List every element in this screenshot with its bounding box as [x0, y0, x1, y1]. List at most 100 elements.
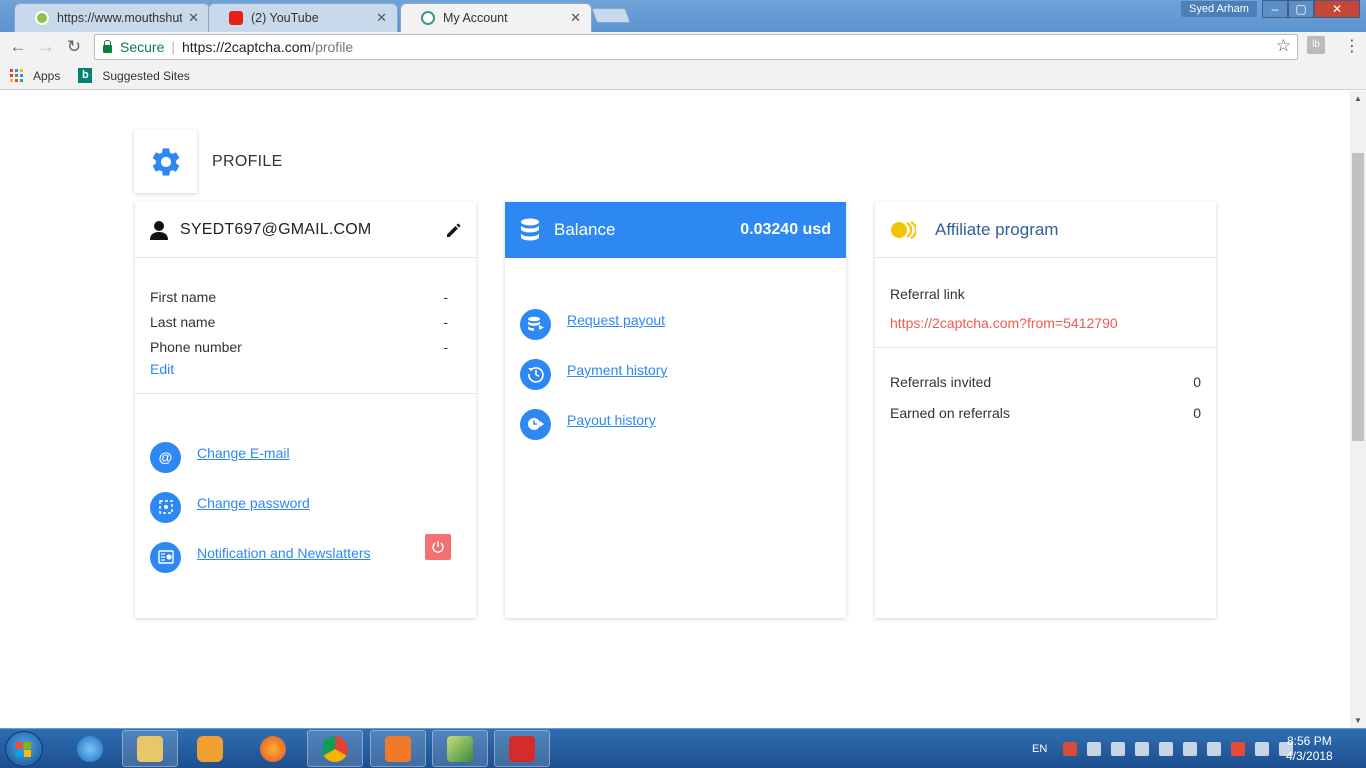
field-label: Phone number — [150, 339, 242, 355]
bookmarks-bar: Apps b Suggested Sites — [0, 62, 1366, 90]
chrome-taskbar-icon[interactable] — [307, 730, 363, 767]
close-window-button[interactable]: ✕ — [1314, 0, 1360, 18]
tray-app-icon[interactable] — [1183, 742, 1198, 756]
windows-taskbar: EN 8:56 PM 4/3/2018 — [0, 728, 1366, 768]
internet-explorer-taskbar-icon[interactable] — [62, 730, 118, 767]
scroll-down-arrow-icon[interactable]: ▼ — [1354, 716, 1362, 725]
close-icon[interactable]: ✕ — [188, 10, 199, 26]
url-path: /profile — [311, 39, 354, 55]
bookmark-star-icon[interactable]: ☆ — [1276, 36, 1291, 56]
address-bar[interactable]: Secure | https://2captcha.com/profile ☆ — [94, 34, 1298, 60]
language-indicator[interactable]: EN — [1032, 743, 1047, 755]
forward-arrow-icon[interactable]: → — [35, 36, 57, 58]
page-title: PROFILE — [212, 152, 283, 170]
profile-user-badge[interactable]: Syed Arham — [1181, 1, 1257, 17]
affiliate-title: Affiliate program — [935, 219, 1059, 239]
field-value: - — [443, 314, 448, 330]
payout-history-link[interactable]: Payout history — [567, 412, 656, 428]
bookmark-apps[interactable]: Apps — [33, 69, 60, 83]
new-tab-button[interactable] — [591, 8, 631, 23]
bing-icon: b — [78, 68, 93, 83]
clock-time: 8:56 PM — [1287, 734, 1332, 748]
referral-link[interactable]: https://2captcha.com?from=5412790 — [890, 315, 1201, 331]
tab-youtube[interactable]: (2) YouTube ✕ — [208, 3, 398, 32]
lock-icon — [103, 39, 112, 53]
change-password-item[interactable]: Change password — [150, 482, 461, 532]
balance-amount: 0.03240 usd — [740, 221, 831, 238]
address-separator: | — [171, 39, 175, 55]
info-row-last-name: Last name - — [150, 312, 461, 337]
scroll-up-arrow-icon[interactable]: ▲ — [1354, 94, 1362, 103]
youtube-favicon-icon — [229, 11, 243, 25]
tab-my-account[interactable]: My Account ✕ — [400, 3, 592, 32]
start-button[interactable] — [5, 731, 43, 767]
close-icon[interactable]: ✕ — [570, 10, 581, 26]
minimize-button[interactable]: – — [1262, 0, 1288, 18]
referral-label: Referral link — [890, 286, 965, 302]
pdf-tray-icon[interactable] — [1063, 742, 1078, 756]
referral-stats: Referrals invited 0 Earned on referrals … — [875, 348, 1216, 436]
back-arrow-icon[interactable]: ← — [7, 36, 29, 58]
pen-tool-taskbar-icon[interactable] — [432, 730, 488, 767]
bookmark-suggested-sites[interactable]: Suggested Sites — [102, 69, 189, 83]
account-info: First name - Last name - Phone number - … — [135, 258, 476, 377]
balance-card-header: Balance 0.03240 usd — [505, 202, 846, 258]
reload-icon[interactable]: ↻ — [63, 36, 85, 58]
taskbar-clock[interactable]: 8:56 PM 4/3/2018 — [1286, 734, 1333, 764]
extension-icon[interactable]: lb — [1307, 36, 1325, 54]
change-email-item[interactable]: @ Change E-mail — [150, 432, 461, 482]
scroll-thumb[interactable] — [1352, 153, 1364, 441]
change-password-link[interactable]: Change password — [197, 495, 310, 511]
page-scrollbar[interactable]: ▲ ▼ — [1350, 91, 1366, 728]
balance-title: Balance — [554, 220, 616, 239]
referral-section: Referral link https://2captcha.com?from=… — [875, 258, 1216, 348]
windows-logo-icon — [16, 742, 32, 757]
tray-app-icon[interactable] — [1135, 742, 1150, 756]
tray-app-icon[interactable] — [1087, 742, 1102, 756]
network-signal-icon[interactable] — [1255, 742, 1270, 756]
change-email-link[interactable]: Change E-mail — [197, 445, 290, 461]
tray-app-icon[interactable] — [1159, 742, 1174, 756]
balance-links: Request payout Payment history Payout hi… — [505, 258, 846, 449]
payment-history-item[interactable]: Payment history — [520, 349, 831, 399]
at-sign-icon: @ — [150, 441, 181, 473]
pencil-icon[interactable] — [445, 222, 461, 238]
media-player-taskbar-icon[interactable] — [182, 730, 238, 767]
pdf-reader-taskbar-icon[interactable] — [494, 730, 550, 767]
tab-mouthshut[interactable]: https://www.mouthshut.c ✕ — [14, 3, 210, 32]
profile-gear-box — [134, 130, 197, 193]
edit-profile-link[interactable]: Edit — [150, 361, 174, 377]
close-icon[interactable]: ✕ — [376, 10, 387, 26]
2captcha-favicon-icon — [421, 11, 435, 25]
maximize-button[interactable]: ▢ — [1288, 0, 1314, 18]
payout-history-icon — [520, 408, 551, 440]
mouthshut-favicon-icon — [35, 11, 49, 25]
tray-app-icon[interactable] — [1111, 742, 1126, 756]
affiliate-card: Affiliate program Referral link https://… — [875, 202, 1216, 618]
payout-history-item[interactable]: Payout history — [520, 399, 831, 449]
browser-toolbar: ← → ↻ Secure | https://2captcha.com/prof… — [0, 32, 1366, 62]
firefox-taskbar-icon[interactable] — [245, 730, 301, 767]
stat-earned-on-referrals: Earned on referrals 0 — [890, 405, 1201, 436]
notification-link[interactable]: Notification and Newslatters — [197, 545, 371, 561]
request-payout-item[interactable]: Request payout — [520, 299, 831, 349]
notification-item[interactable]: Notification and Newslatters — [150, 532, 461, 582]
field-value: - — [443, 289, 448, 305]
gear-icon — [152, 147, 179, 176]
payment-history-link[interactable]: Payment history — [567, 362, 667, 378]
tab-label: https://www.mouthshut.c — [57, 11, 183, 25]
tray-app-icon[interactable] — [1231, 742, 1246, 756]
power-toggle-button[interactable] — [425, 534, 451, 560]
power-icon — [432, 541, 444, 553]
secure-label: Secure — [120, 39, 165, 55]
coins-icon — [891, 220, 916, 239]
file-explorer-taskbar-icon[interactable] — [122, 730, 178, 767]
balance-card: Balance 0.03240 usd Request payout Payme… — [505, 202, 846, 618]
page-content: PROFILE SYEDT697@GMAIL.COM First name - … — [0, 91, 1350, 728]
request-payout-link[interactable]: Request payout — [567, 312, 665, 328]
screenshot-tool-taskbar-icon[interactable] — [370, 730, 426, 767]
field-label: First name — [150, 289, 217, 305]
tray-app-icon[interactable] — [1207, 742, 1222, 756]
clock-date: 4/3/2018 — [1286, 749, 1333, 763]
browser-menu-icon[interactable]: ⋮ — [1344, 36, 1360, 56]
